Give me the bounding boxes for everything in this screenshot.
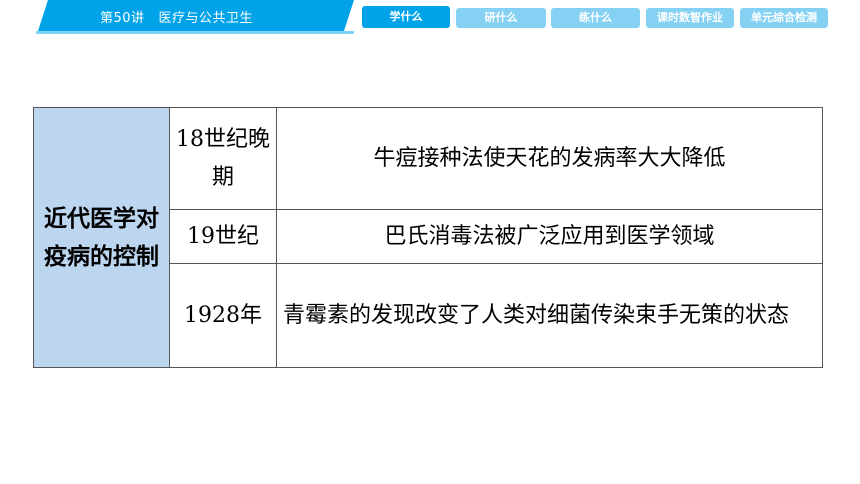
tab-lian-shen-me[interactable]: 练什么 [551,8,640,28]
time-cell: 19世纪 [169,209,277,264]
lesson-topic: 医疗与公共卫生 [158,11,254,26]
tab-unit-test[interactable]: 单元综合检测 [740,8,828,28]
event-cell: 青霉素的发现改变了人类对细菌传染束手无策的状态 [276,263,823,368]
event-cell: 牛痘接种法使天花的发病率大大降低 [276,107,823,210]
time-cell: 18世纪晚期 [169,107,277,210]
lesson-band-underline [36,31,354,34]
tab-yan-shen-me[interactable]: 研什么 [456,8,546,28]
lesson-number: 第50讲 [100,11,145,26]
category-cell: 近代医学对疫病的控制 [33,107,170,368]
time-cell: 1928年 [169,263,277,368]
medical-history-table: 近代医学对疫病的控制 18世纪晚期 牛痘接种法使天花的发病率大大降低 19世纪 … [33,107,823,368]
tab-xue-shen-me[interactable]: 学什么 [362,6,450,28]
event-cell: 巴氏消毒法被广泛应用到医学领域 [276,209,823,264]
tab-homework[interactable]: 课时数智作业 [646,8,734,28]
top-navigation-bar: 第50讲 医疗与公共卫生 学什么 研什么 练什么 课时数智作业 单元综合检测 [0,0,860,34]
table-row: 近代医学对疫病的控制 18世纪晚期 牛痘接种法使天花的发病率大大降低 [33,107,823,368]
lesson-title: 第50讲 医疗与公共卫生 [100,7,253,26]
